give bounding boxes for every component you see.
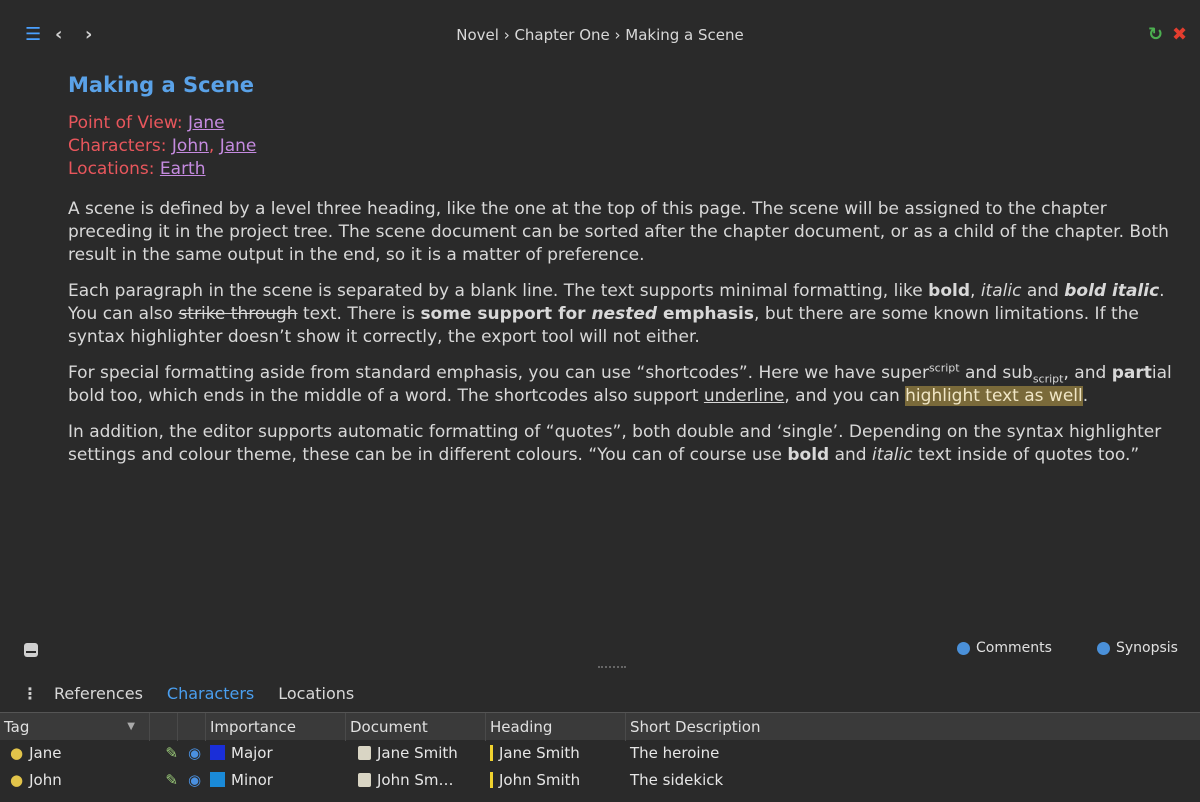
document-icon [358, 773, 371, 787]
document-view[interactable]: Making a Scene Point of View: Jane Chara… [68, 72, 1183, 467]
breadcrumb: Novel › Chapter One › Making a Scene [456, 26, 744, 44]
characters-table: Tag ▼ Importance Document Heading Short D… [0, 712, 1200, 794]
edit-icon[interactable]: ✎ [165, 771, 178, 789]
document-status-icon [24, 643, 38, 657]
description-cell: The heroine [630, 744, 720, 762]
top-bar: ☰ ‹ › Novel › Chapter One › Making a Sce… [0, 0, 1200, 66]
person-icon: ● [10, 771, 24, 789]
description-cell: The sidekick [630, 771, 724, 789]
importance-color-swatch [210, 745, 225, 760]
table-header: Tag ▼ Importance Document Heading Short D… [0, 712, 1200, 741]
meta-locations: Locations: Earth [68, 158, 1183, 181]
panel-tabs: ⋮ References Characters Locations [0, 680, 366, 706]
table-row[interactable]: ● John ✎ ◉ Minor John Sm… John Smith The … [0, 767, 1200, 794]
comments-toggle[interactable]: Comments [957, 640, 1052, 656]
scene-title: Making a Scene [68, 73, 255, 97]
column-header-tag[interactable]: Tag ▼ [0, 712, 150, 741]
paragraph-4: In addition, the editor supports automat… [68, 422, 1162, 465]
edit-icon[interactable]: ✎ [165, 744, 178, 762]
tag-cell: Jane [29, 744, 62, 762]
character-link-jane[interactable]: Jane [220, 136, 257, 156]
column-header-view[interactable] [178, 712, 206, 741]
tab-characters[interactable]: Characters [167, 684, 254, 703]
tab-locations[interactable]: Locations [278, 684, 354, 703]
tab-references[interactable]: References [54, 684, 143, 703]
paragraph-2: Each paragraph in the scene is separated… [68, 281, 1165, 347]
close-icon[interactable]: ✖ [1172, 25, 1187, 45]
outline-panel: ⋮ References Characters Locations Tag ▼ I… [0, 674, 1200, 802]
meta-pov: Point of View: Jane [68, 112, 1183, 135]
column-header-description[interactable]: Short Description [626, 713, 1200, 741]
radio-dot-icon [1097, 641, 1110, 655]
highlighted-text: highlight text as well [905, 386, 1083, 406]
heading-marker-icon [490, 745, 493, 761]
paragraph-3: For special formatting aside from standa… [68, 361, 1172, 406]
column-header-importance[interactable]: Importance [206, 712, 346, 741]
pov-link[interactable]: Jane [188, 113, 225, 133]
editor-footer: Comments Synopsis [0, 636, 1200, 664]
refresh-icon[interactable]: ↻ [1148, 25, 1163, 45]
locations-label: Locations: [68, 159, 155, 179]
view-eye-icon[interactable]: ◉ [188, 771, 201, 789]
characters-label: Characters: [68, 136, 167, 156]
column-header-document[interactable]: Document [346, 712, 486, 741]
document-cell: Jane Smith [377, 744, 458, 762]
paragraph-1: A scene is defined by a level three head… [68, 199, 1169, 265]
heading-cell: John Smith [499, 771, 581, 789]
pov-label: Point of View: [68, 113, 183, 133]
view-eye-icon[interactable]: ◉ [188, 744, 201, 762]
document-icon [358, 746, 371, 760]
document-cell: John Sm… [377, 771, 454, 789]
tag-cell: John [29, 771, 62, 789]
location-link-earth[interactable]: Earth [160, 159, 206, 179]
synopsis-toggle[interactable]: Synopsis [1097, 640, 1178, 656]
panel-splitter-handle[interactable] [598, 666, 626, 670]
importance-cell: Major [231, 744, 273, 762]
column-header-edit[interactable] [150, 712, 178, 741]
heading-marker-icon [490, 772, 493, 788]
importance-color-swatch [210, 772, 225, 787]
character-link-john[interactable]: John [172, 136, 209, 156]
radio-dot-icon [957, 641, 970, 655]
heading-cell: Jane Smith [499, 744, 580, 762]
person-icon: ● [10, 744, 24, 762]
sort-caret-icon: ▼ [127, 720, 135, 732]
panel-menu-icon[interactable]: ⋮ [22, 684, 42, 703]
meta-characters: Characters: John, Jane [68, 136, 257, 156]
column-header-heading[interactable]: Heading [486, 712, 626, 741]
importance-cell: Minor [231, 771, 273, 789]
table-row[interactable]: ● Jane ✎ ◉ Major Jane Smith Jane Smith Th… [0, 740, 1200, 767]
